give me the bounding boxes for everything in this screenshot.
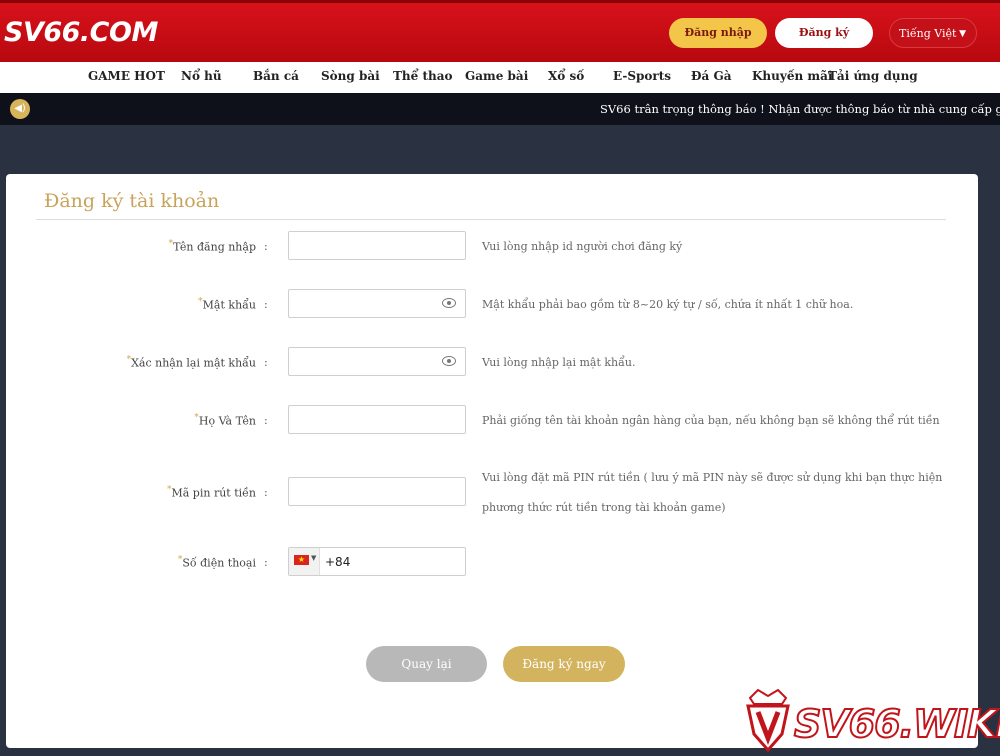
top-header: SV66.COM Đăng nhập Đăng ký Tiếng Việt ▼ bbox=[0, 0, 1000, 62]
label-colon: : bbox=[264, 414, 268, 427]
password-input[interactable] bbox=[288, 289, 466, 318]
vietnam-flag-icon: ★ bbox=[294, 555, 309, 565]
country-code-select[interactable]: ★ ▼ bbox=[289, 548, 320, 575]
title-divider bbox=[36, 219, 946, 220]
nav-item-tai-ung-dung[interactable]: Tải ứng dụng bbox=[828, 69, 918, 83]
label-colon: : bbox=[264, 556, 268, 569]
label-colon: : bbox=[264, 298, 268, 311]
main-nav: GAME HOT Nổ hũ Bắn cá Sòng bài Thể thao … bbox=[0, 62, 1000, 94]
pin-label: *Mã pin rút tiền bbox=[56, 485, 256, 500]
chevron-down-icon: ▼ bbox=[311, 554, 317, 562]
nav-item-khuyen-mai[interactable]: Khuyến mãi bbox=[752, 69, 832, 83]
nav-item-xo-so[interactable]: Xổ số bbox=[548, 69, 584, 83]
confirm-password-input[interactable] bbox=[288, 347, 466, 376]
back-button[interactable]: Quay lại bbox=[366, 646, 487, 682]
nav-item-e-sports[interactable]: E-Sports bbox=[613, 69, 671, 83]
password-label-text: Mật khẩu bbox=[202, 298, 256, 312]
nav-item-game-hot[interactable]: GAME HOT bbox=[88, 69, 165, 83]
confirm-password-label-text: Xác nhận lại mật khẩu bbox=[131, 356, 256, 370]
fullname-label-text: Họ Và Tên bbox=[198, 414, 256, 428]
nav-item-no-hu[interactable]: Nổ hũ bbox=[181, 69, 222, 83]
username-label-text: Tên đăng nhập bbox=[173, 240, 256, 254]
eye-icon[interactable] bbox=[442, 356, 456, 366]
crown-shield-icon bbox=[746, 688, 790, 753]
nav-item-game-bai[interactable]: Game bài bbox=[465, 69, 528, 83]
fullname-hint: Phải giống tên tài khoản ngân hàng của b… bbox=[482, 414, 940, 427]
chevron-down-icon: ▼ bbox=[959, 29, 966, 39]
pin-label-text: Mã pin rút tiền bbox=[171, 486, 256, 500]
fullname-input[interactable] bbox=[288, 405, 466, 434]
label-colon: : bbox=[264, 240, 268, 253]
page-title: Đăng ký tài khoản bbox=[44, 190, 220, 212]
password-label: *Mật khẩu bbox=[56, 297, 256, 312]
phone-input[interactable]: ★ ▼ +84 bbox=[288, 547, 466, 576]
nav-item-song-bai[interactable]: Sòng bài bbox=[321, 69, 380, 83]
speaker-icon[interactable]: ◀) bbox=[10, 99, 30, 119]
register-button[interactable]: Đăng ký bbox=[775, 18, 873, 48]
notice-text: SV66 trân trọng thông báo ! Nhận được th… bbox=[600, 102, 1000, 116]
fullname-label: *Họ Và Tên bbox=[56, 413, 256, 428]
pin-hint-line2: phương thức rút tiền trong tài khoản gam… bbox=[482, 501, 726, 514]
username-label: *Tên đăng nhập bbox=[56, 239, 256, 254]
eye-icon[interactable] bbox=[442, 298, 456, 308]
phone-label: *Số điện thoại bbox=[56, 555, 256, 570]
notice-bar: ◀) SV66 trân trọng thông báo ! Nhận được… bbox=[0, 93, 1000, 125]
watermark: SV66.WIKI bbox=[744, 688, 1000, 753]
language-label: Tiếng Việt bbox=[899, 27, 957, 40]
phone-label-text: Số điện thoại bbox=[182, 556, 256, 570]
label-colon: : bbox=[264, 356, 268, 369]
confirm-password-hint: Vui lòng nhập lại mật khẩu. bbox=[482, 356, 636, 369]
nav-item-ban-ca[interactable]: Bắn cá bbox=[253, 69, 299, 83]
label-colon: : bbox=[264, 486, 268, 499]
pin-hint: Vui lòng đặt mã PIN rút tiền ( lưu ý mã … bbox=[482, 471, 943, 484]
language-select[interactable]: Tiếng Việt ▼ bbox=[889, 18, 977, 48]
site-logo[interactable]: SV66.COM bbox=[4, 17, 158, 48]
login-button[interactable]: Đăng nhập bbox=[669, 18, 767, 48]
phone-prefix: +84 bbox=[325, 555, 351, 569]
register-now-button[interactable]: Đăng ký ngay bbox=[503, 646, 625, 682]
nav-item-da-ga[interactable]: Đá Gà bbox=[691, 69, 731, 83]
nav-item-the-thao[interactable]: Thể thao bbox=[393, 69, 453, 83]
password-hint: Mật khẩu phải bao gồm từ 8~20 ký tự / số… bbox=[482, 298, 854, 311]
confirm-password-label: *Xác nhận lại mật khẩu bbox=[56, 355, 256, 370]
username-hint: Vui lòng nhập id người chơi đăng ký bbox=[482, 240, 683, 253]
pin-input[interactable] bbox=[288, 477, 466, 506]
registration-panel: Đăng ký tài khoản *Tên đăng nhập : Vui l… bbox=[6, 174, 978, 748]
watermark-text: SV66.WIKI bbox=[793, 701, 1000, 747]
username-input[interactable] bbox=[288, 231, 466, 260]
